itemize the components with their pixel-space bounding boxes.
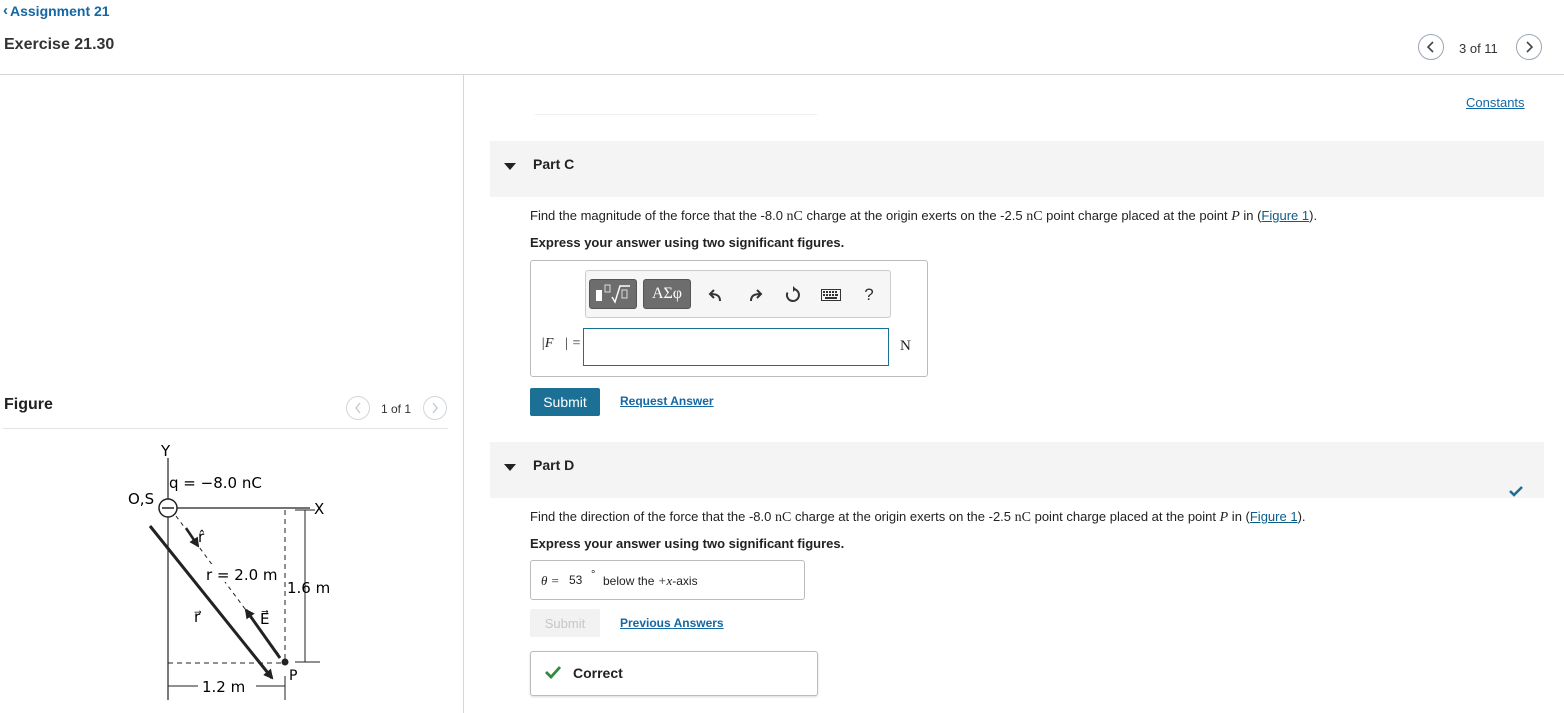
templates-icon [596,284,630,304]
unit-text: nC [1026,209,1043,224]
height-label: 1.6 m [287,579,330,597]
point-p-dot [281,658,289,666]
previous-answers-link[interactable]: Previous Answers [620,616,724,630]
panel-divider [463,75,464,713]
question-text: ). [1309,208,1318,223]
part-c-header[interactable]: Part C [490,141,1544,197]
chevron-right-icon [432,402,438,414]
unit-text: nC [774,510,792,525]
answer-value: 53 [569,573,583,587]
question-text: in ( [1239,208,1262,223]
point-p-label: P [289,668,297,684]
question-text: point charge placed at the point [1042,208,1232,223]
direction-text: below the +x-axis [603,573,698,589]
direction-prefix: below the [603,574,658,588]
part-d-label: Part D [533,457,575,473]
figure-link[interactable]: Figure 1 [1261,208,1309,223]
previous-exercise-button[interactable] [1418,34,1444,60]
charge-label: q = −8.0 nC [169,474,262,492]
r-vector-label: r⃗ [194,608,202,626]
question-text: Find the direction of the force that the… [530,509,775,524]
part-c-instruction: Express your answer using two significan… [530,235,845,250]
figure-next-button[interactable] [423,396,447,420]
width-label: 1.2 m [202,678,245,696]
question-text: ). [1297,509,1306,524]
back-link-label: Assignment 21 [10,2,110,19]
theta-label: θ = [541,573,560,588]
axis-variable: +x [657,573,673,588]
figure-link[interactable]: Figure 1 [1250,509,1298,524]
part-c-label: Part C [533,156,575,172]
math-toolbar: ΑΣφ ? [585,270,891,318]
submit-button[interactable]: Submit [530,388,600,416]
y-axis-label: Y [160,442,171,460]
collapse-triangle-icon [504,163,516,170]
greek-symbols-button[interactable]: ΑΣφ [643,279,691,309]
magnitude-input[interactable] [583,328,889,366]
r-distance-label: r = 2.0 m [206,566,278,584]
question-text: Find the magnitude of the force that the… [530,208,787,223]
e-vector-label: E⃗ [260,609,269,628]
correct-text: Correct [573,665,623,681]
chevron-left-icon [355,402,361,414]
unit-label: N [900,338,911,354]
variable-text: P [1219,510,1229,525]
undo-icon[interactable] [705,284,727,306]
chevron-right-icon [1526,41,1534,53]
question-text: charge at the origin exerts on the -2.5 [791,509,1015,524]
checkmark-icon [1509,486,1523,497]
keyboard-icon[interactable] [820,284,842,306]
part-d-question: Find the direction of the force that the… [530,509,1306,526]
x-axis-label: X [314,500,324,518]
unit-text: nC [786,209,803,224]
magnitude-label: |F⃗| = [541,336,582,351]
next-exercise-button[interactable] [1516,34,1542,60]
degree-symbol: ° [591,569,596,581]
page-title: Exercise 21.30 [4,36,115,53]
correct-feedback: Correct [530,651,818,696]
request-answer-link[interactable]: Request Answer [620,394,714,408]
question-text: charge at the origin exerts on the -2.5 [802,208,1027,223]
question-text: in ( [1228,509,1250,524]
templates-button[interactable] [589,279,637,309]
chevron-left-icon [1426,41,1434,53]
origin-label: O,S [128,490,154,508]
figure-pager: 1 of 1 [381,402,412,416]
figure-label: Figure [4,396,53,413]
direction-suffix: -axis [672,574,698,588]
r-hat-arrow [184,527,200,548]
chevron-left-icon: ‹ [3,2,8,19]
figure-prev-button[interactable] [346,396,370,420]
help-button[interactable]: ? [858,284,880,306]
unit-text: nC [1014,510,1031,525]
r-hat-label: r̂ [198,528,205,546]
part-d-instruction: Express your answer using two significan… [530,536,845,551]
figure-diagram: Y X 1.6 m 1.2 m O,S q = −8.0 nC r̂ r = 2… [128,442,330,700]
exercise-pager: 3 of 11 [1459,41,1498,56]
collapse-triangle-icon [504,464,516,471]
part-d-answer-display: θ = 53 ° below the +x-axis [530,560,805,600]
constants-link[interactable]: Constants [1466,95,1525,110]
header-divider [0,74,1564,75]
part-d-header[interactable]: Part D [490,442,1544,498]
correct-check-icon [545,666,561,679]
redo-icon[interactable] [744,284,766,306]
reset-icon[interactable] [782,284,804,306]
question-text: point charge placed at the point [1030,509,1220,524]
variable-text: P [1231,209,1240,224]
faint-separator [535,114,817,115]
submit-button-disabled: Submit [530,609,600,637]
figure-divider [3,428,448,429]
back-to-assignment-link[interactable]: ‹ Assignment 21 [3,2,110,19]
part-c-question: Find the magnitude of the force that the… [530,208,1317,225]
